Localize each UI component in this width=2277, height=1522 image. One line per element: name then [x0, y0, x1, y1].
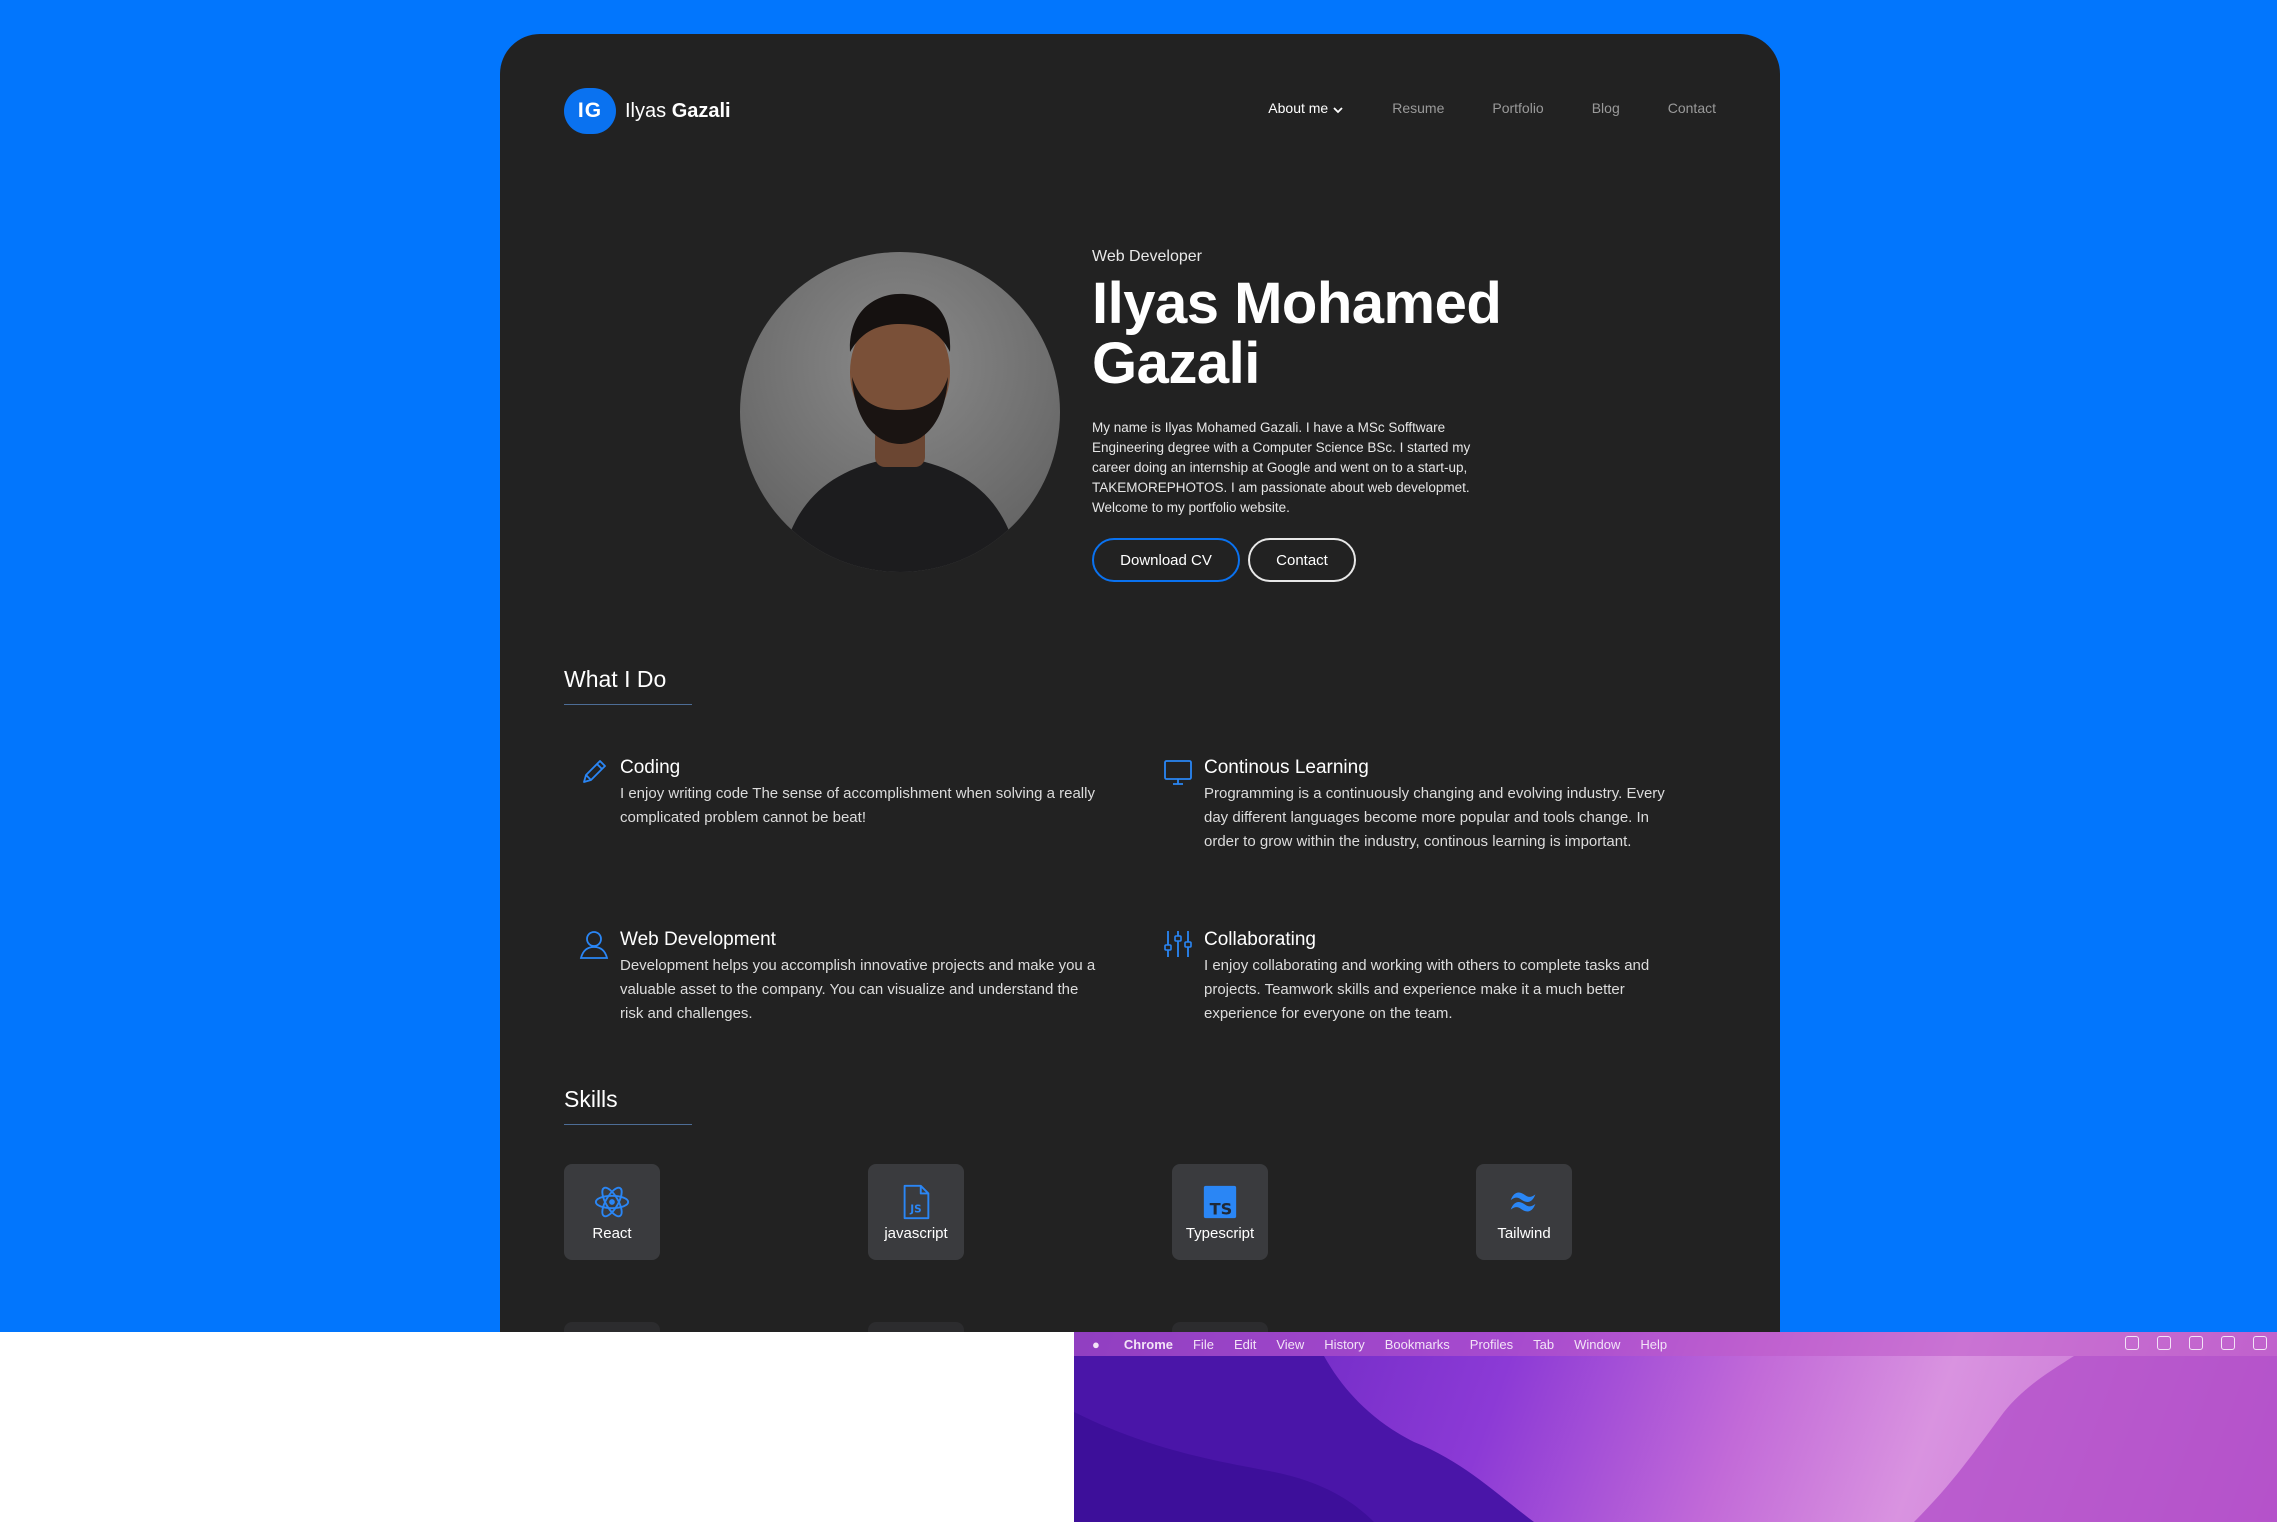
skill-typescript[interactable]: TS Typescript [1172, 1164, 1268, 1260]
service-web-development: Web Development Development helps you ac… [564, 928, 1104, 1026]
bluetooth-icon[interactable] [2189, 1336, 2203, 1350]
logo-badge: IG [564, 88, 616, 134]
skill-card-partial [564, 1322, 660, 1332]
skill-label: Tailwind [1497, 1224, 1551, 1242]
menu-item[interactable]: Help [1640, 1337, 1667, 1352]
hero-section: Web Developer Ilyas Mohamed Gazali My na… [1092, 248, 1532, 582]
monitor-icon [1164, 760, 1192, 785]
menu-item[interactable]: Bookmarks [1385, 1337, 1450, 1352]
skill-card-partial [868, 1322, 964, 1332]
service-title: Continous Learning [1204, 757, 1369, 778]
apple-icon[interactable]: ● [1092, 1337, 1100, 1352]
menu-item[interactable]: File [1193, 1337, 1214, 1352]
menu-item[interactable]: Tab [1533, 1337, 1554, 1352]
service-coding: Coding I enjoy writing code The sense of… [564, 756, 1104, 830]
service-title: Collaborating [1204, 929, 1316, 950]
section-title-text: Skills [564, 1086, 618, 1112]
menu-item[interactable]: History [1324, 1337, 1364, 1352]
skill-label: React [592, 1224, 632, 1242]
download-cv-button[interactable]: Download CV [1092, 538, 1240, 582]
nav-item-contact[interactable]: Contact [1668, 100, 1716, 116]
skill-react[interactable]: React [564, 1164, 660, 1260]
skill-label: Typescript [1185, 1224, 1255, 1242]
service-desc: Programming is a continuously changing a… [1204, 785, 1665, 850]
logo-first-name: Ilyas [625, 99, 667, 122]
profile-photo [740, 252, 1060, 572]
service-desc: Development helps you accomplish innovat… [620, 957, 1096, 1022]
hero-name: Ilyas Mohamed Gazali [1092, 271, 1502, 396]
pencil-icon [583, 760, 606, 783]
tailwind-icon [1510, 1192, 1536, 1211]
service-title: Web Development [620, 929, 776, 950]
service-collaborating: Collaborating I enjoy collaborating and … [1148, 928, 1688, 1026]
hero-bio: My name is Ilyas Mohamed Gazali. I have … [1092, 420, 1471, 515]
nav-item-blog[interactable]: Blog [1592, 100, 1620, 116]
desktop-wallpaper: ● Chrome File Edit View History Bookmark… [1074, 1332, 2277, 1522]
javascript-icon: JS [903, 1184, 930, 1219]
skills-heading: Skills [564, 1086, 692, 1125]
site-logo[interactable]: IG Ilyas Gazali [564, 88, 731, 134]
control-center-icon[interactable] [2157, 1336, 2171, 1350]
menu-item[interactable]: Profiles [1470, 1337, 1513, 1352]
macos-menu-bar: ● Chrome File Edit View History Bookmark… [1074, 1332, 2277, 1356]
service-title: Coding [620, 757, 681, 778]
nav-item-about-me[interactable]: About me [1268, 100, 1344, 116]
what-i-do-heading: What I Do [564, 666, 692, 705]
page-background: IG Ilyas Gazali About me Resume Portfoli… [0, 0, 2277, 1332]
sliders-icon [1164, 931, 1192, 957]
skill-card-partial [1172, 1322, 1268, 1332]
section-underline [564, 1124, 692, 1125]
battery-icon[interactable] [2253, 1336, 2267, 1350]
svg-text:JS: JS [909, 1203, 921, 1215]
nav-item-label: About me [1268, 100, 1329, 116]
skill-label: javascript [884, 1224, 948, 1242]
nav-item-portfolio[interactable]: Portfolio [1492, 100, 1543, 116]
hero-role: Web Developer [1092, 248, 1202, 265]
logo-last-name: Gazali [671, 99, 731, 122]
hero-buttons: Download CV Contact [1092, 538, 1532, 582]
nav-item-resume[interactable]: Resume [1392, 100, 1444, 116]
media-icon[interactable] [2221, 1336, 2235, 1350]
menu-item[interactable]: View [1276, 1337, 1304, 1352]
skill-javascript[interactable]: JS javascript [868, 1164, 964, 1260]
svg-text:TS: TS [1210, 1199, 1233, 1218]
chevron-down-icon [1333, 107, 1343, 114]
service-continous-learning: Continous Learning Programming is a cont… [1148, 756, 1688, 854]
section-title-text: What I Do [564, 666, 667, 692]
user-icon [579, 931, 609, 959]
menu-bar-status-icons [2125, 1336, 2267, 1350]
react-icon [594, 1186, 630, 1217]
menu-item[interactable]: Window [1574, 1337, 1620, 1352]
menu-app-name[interactable]: Chrome [1124, 1337, 1173, 1352]
layout-icon[interactable] [2125, 1336, 2139, 1350]
section-underline [564, 704, 692, 705]
logo-text: Ilyas Gazali [625, 100, 731, 123]
contact-button[interactable]: Contact [1248, 538, 1356, 582]
portfolio-card: IG Ilyas Gazali About me Resume Portfoli… [500, 34, 1780, 1332]
skill-tailwind[interactable]: Tailwind [1476, 1164, 1572, 1260]
menu-item[interactable]: Edit [1234, 1337, 1256, 1352]
typescript-icon: TS [1203, 1185, 1237, 1218]
service-desc: I enjoy writing code The sense of accomp… [620, 785, 1095, 826]
main-nav: About me Resume Portfolio Blog Contact [1268, 100, 1716, 116]
service-desc: I enjoy collaborating and working with o… [1204, 957, 1650, 1022]
